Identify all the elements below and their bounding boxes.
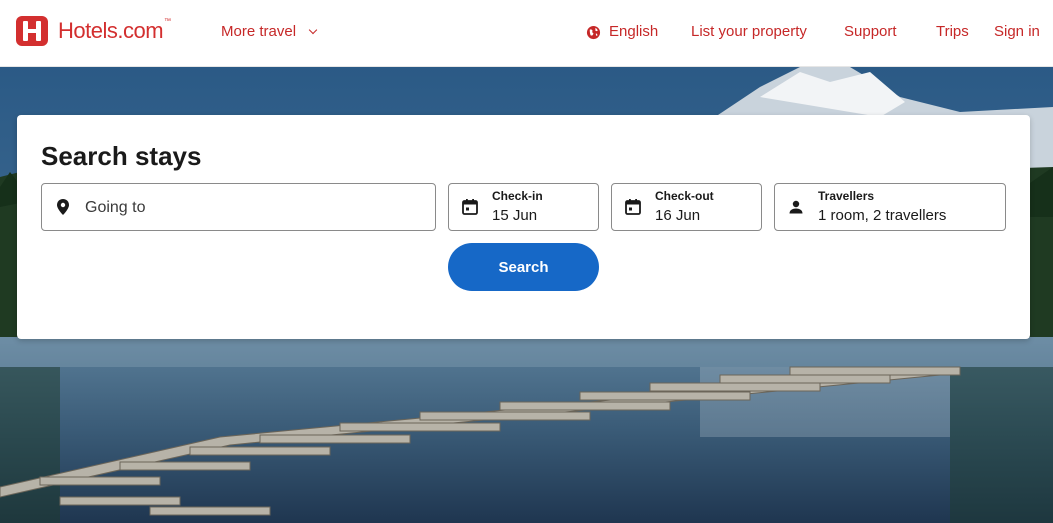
search-button[interactable]: Search [448,243,599,291]
support-link[interactable]: Support [844,23,897,41]
travellers-field[interactable]: Travellers 1 room, 2 travellers [774,183,1006,231]
search-stays-card: Search stays Going to Check-in 15 Jun Ch… [17,115,1030,339]
calendar-icon [462,199,478,215]
check-in-value: 15 Jun [492,207,538,224]
chevron-down-icon [308,25,318,35]
trips-link[interactable]: Trips [936,23,969,41]
check-out-value: 16 Jun [655,207,701,224]
search-title: Search stays [41,141,202,171]
person-icon [789,200,803,214]
travellers-label: Travellers [818,189,875,203]
map-pin-icon [57,199,69,215]
check-out-field[interactable]: Check-out 16 Jun [611,183,762,231]
globe-icon [586,25,601,39]
calendar-icon [625,199,641,215]
trademark-mark: ™ [164,18,171,25]
destination-placeholder: Going to [85,199,146,216]
language-selector[interactable]: English [586,23,658,41]
destination-field[interactable]: Going to [41,183,436,231]
brand-logo[interactable]: Hotels.com™ [16,16,171,46]
travellers-value: 1 room, 2 travellers [818,207,947,224]
hotels-logo-icon [16,16,48,46]
more-travel-menu[interactable]: More travel [221,23,318,41]
sign-in-link[interactable]: Sign in [994,23,1040,41]
language-label: English [609,23,659,40]
brand-name: Hotels.com [58,18,164,43]
more-travel-label: More travel [221,23,297,40]
list-property-link[interactable]: List your property [691,23,807,41]
top-header: Hotels.com™ More travel English List you… [0,0,1053,67]
check-in-label: Check-in [492,189,543,203]
check-out-label: Check-out [655,189,714,203]
check-in-field[interactable]: Check-in 15 Jun [448,183,599,231]
